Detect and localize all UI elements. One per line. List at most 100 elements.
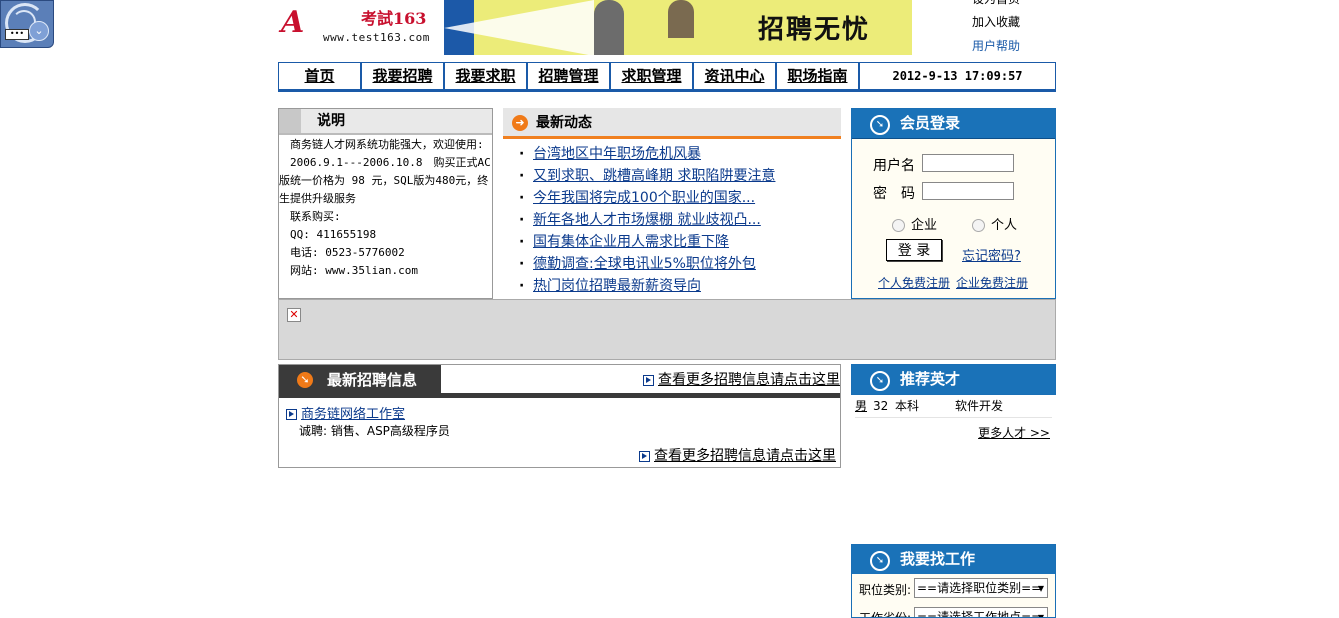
findjob-panel: ➘ 我要找工作 职位类别: ==请选择职位类别== 工作省份: ==请选择工作地… [851,544,1056,618]
findjob-header: ➘ 我要找工作 [852,545,1055,574]
nav-item-recruit[interactable]: 我要招聘 [362,63,445,89]
banner-person-image [594,0,624,55]
jobs-tabbar: ➘ 最新招聘信息 查看更多招聘信息请点击这里 [279,365,840,398]
desktop-widget[interactable]: ••• ⌄ [0,0,54,48]
username-label: 用户名 [873,158,915,174]
talent-gender[interactable]: 男 [855,395,873,417]
news-link[interactable]: 又到求职、跳槽高峰期 求职陷阱要注意 [533,168,775,184]
radio-button[interactable] [972,219,985,232]
broken-image-icon[interactable]: ✕ [287,308,301,322]
arrow-circle-icon: ➘ [297,372,313,388]
news-list: 台湾地区中年职场危机风暴 又到求职、跳槽高峰期 求职陷阱要注意 今年我国将完成1… [503,143,841,297]
news-link[interactable]: 今年我国将完成100个职业的国家... [533,190,755,206]
news-link[interactable]: 新年各地人才市场爆棚 就业歧视凸... [533,212,761,228]
news-title: 最新动态 [536,115,592,131]
list-item: 又到求职、跳槽高峰期 求职陷阱要注意 [503,165,841,187]
explain-line: 商务链人才网系统功能强大，欢迎使用: [279,138,484,151]
explain-line: 联系购买: [279,210,341,223]
explain-line: QQ: 411655198 [279,228,377,241]
forgot-password-link[interactable]: 忘记密码? [962,245,1021,264]
register-company-link[interactable]: 企业免费注册 [956,274,1028,291]
set-homepage-link[interactable]: 设为首页 [972,0,1042,15]
login-button[interactable]: 登 录 [886,239,942,261]
login-header: ➘ 会员登录 [852,109,1055,139]
username-input[interactable] [922,154,1014,172]
news-panel: ➜ 最新动态 台湾地区中年职场危机风暴 又到求职、跳槽高峰期 求职陷阱要注意 今… [503,108,841,299]
nav-label[interactable]: 职场指南 [787,67,847,85]
more-jobs-link-bottom[interactable]: 查看更多招聘信息请点击这里 [639,445,836,465]
talent-education: 本科 [895,399,920,413]
arrow-circle-icon: ➘ [870,115,890,135]
explain-line: 电话: 0523-5776002 [279,246,405,259]
category-label: 职位类别: [859,583,912,597]
more-talent-link[interactable]: 更多人才 >> [978,424,1050,441]
nav-label[interactable]: 我要招聘 [372,67,432,85]
nav-item-recruit-manage[interactable]: 招聘管理 [528,63,611,89]
play-icon [643,374,654,386]
more-jobs-text[interactable]: 查看更多招聘信息请点击这里 [654,448,836,464]
add-favorite-link[interactable]: 加入收藏 [972,14,1042,38]
banner-text: 招聘无忧 [758,15,871,45]
explain-line: 2006.9.1---2006.10.8 购买正式AC版统一价格为 98 元，S… [279,156,491,205]
hiring-text: 诚聘: 销售、ASP高级程序员 [299,424,450,438]
talent-title: 推荐英才 [900,370,961,388]
play-icon [639,450,650,462]
logo-url: www.test163.com [323,31,430,44]
nav-item-home[interactable]: 首页 [279,63,362,89]
table-row[interactable]: 男 32 本科 软件开发 [855,395,1052,418]
nav-item-guide[interactable]: 职场指南 [777,63,860,89]
arrow-circle-icon: ➜ [512,115,528,131]
register-person-link[interactable]: 个人免费注册 [878,274,950,291]
nav-label[interactable]: 首页 [304,67,334,85]
password-dots-icon: ••• [5,29,29,40]
chevron-down-icon[interactable]: ⌄ [29,21,49,41]
explain-panel: 说明 商务链人才网系统功能强大，欢迎使用: 2006.9.1---2006.10… [278,108,493,299]
clock-display: 2012-9-13 17:09:57 [892,69,1023,83]
news-link[interactable]: 德勤调查:全球电讯业5%职位将外包 [533,256,756,272]
findjob-title: 我要找工作 [900,550,976,568]
talent-major: 软件开发 [955,399,1004,413]
list-item: 德勤调查:全球电讯业5%职位将外包 [503,253,841,275]
more-jobs-link[interactable]: 查看更多招聘信息请点击这里 [643,369,840,389]
megaphone-cone [444,0,594,55]
arrow-circle-icon: ➘ [870,551,890,571]
site-logo[interactable]: A 考試163 www.test163.com [281,3,436,45]
radio-button[interactable] [892,219,905,232]
list-item: 今年我国将完成100个职业的国家... [503,187,841,209]
logo-mark: A [281,5,305,40]
category-select[interactable]: ==请选择职位类别== [914,578,1048,598]
jobs-tab[interactable]: ➘ 最新招聘信息 [279,365,441,393]
login-panel: ➘ 会员登录 用户名 密 码 企业 个人 登 录 忘记密码? 个人免费注册 企业… [851,108,1056,299]
nav-item-jobseek-manage[interactable]: 求职管理 [611,63,694,89]
talent-header: ➘ 推荐英才 [851,364,1056,395]
nav-item-news[interactable]: 资讯中心 [694,63,777,89]
more-jobs-text[interactable]: 查看更多招聘信息请点击这里 [658,372,840,388]
latest-jobs-panel: ➘ 最新招聘信息 查看更多招聘信息请点击这里 商务链网络工作室 诚聘: 销售、A… [278,364,841,468]
company-item[interactable]: 商务链网络工作室 [286,403,405,422]
location-select[interactable]: ==请选择工作地点== [914,607,1048,617]
nav-label[interactable]: 资讯中心 [704,67,764,85]
news-link[interactable]: 台湾地区中年职场危机风暴 [533,146,701,162]
news-link[interactable]: 国有集体企业用人需求比重下降 [533,234,729,250]
logo-name: 考試163 [361,9,427,28]
news-link[interactable]: 热门岗位招聘最新薪资导向 [533,278,701,294]
explain-line: 网站: www.35lian.com [279,264,418,277]
recruit-banner[interactable]: 招聘无忧 [444,0,912,55]
radio-person[interactable]: 个人 [972,214,1017,233]
radio-company[interactable]: 企业 [892,214,937,233]
user-help-link[interactable]: 用户帮助 [972,38,1042,62]
password-input[interactable] [922,182,1014,200]
radio-person-label: 个人 [991,218,1018,233]
arrow-circle-icon: ➘ [870,371,890,391]
login-title: 会员登录 [900,114,961,132]
nav-label[interactable]: 招聘管理 [538,67,598,85]
nav-item-jobseek[interactable]: 我要求职 [445,63,528,89]
top-links: 设为首页 加入收藏 用户帮助 [972,0,1042,62]
nav-label[interactable]: 求职管理 [621,67,681,85]
nav-label[interactable]: 我要求职 [455,67,515,85]
location-label: 工作省份: [859,611,912,618]
company-link[interactable]: 商务链网络工作室 [301,407,405,422]
news-header: ➜ 最新动态 [503,108,841,139]
explain-body: 商务链人才网系统功能强大，欢迎使用: 2006.9.1---2006.10.8 … [279,135,492,280]
explain-title: 说明 [279,109,492,135]
